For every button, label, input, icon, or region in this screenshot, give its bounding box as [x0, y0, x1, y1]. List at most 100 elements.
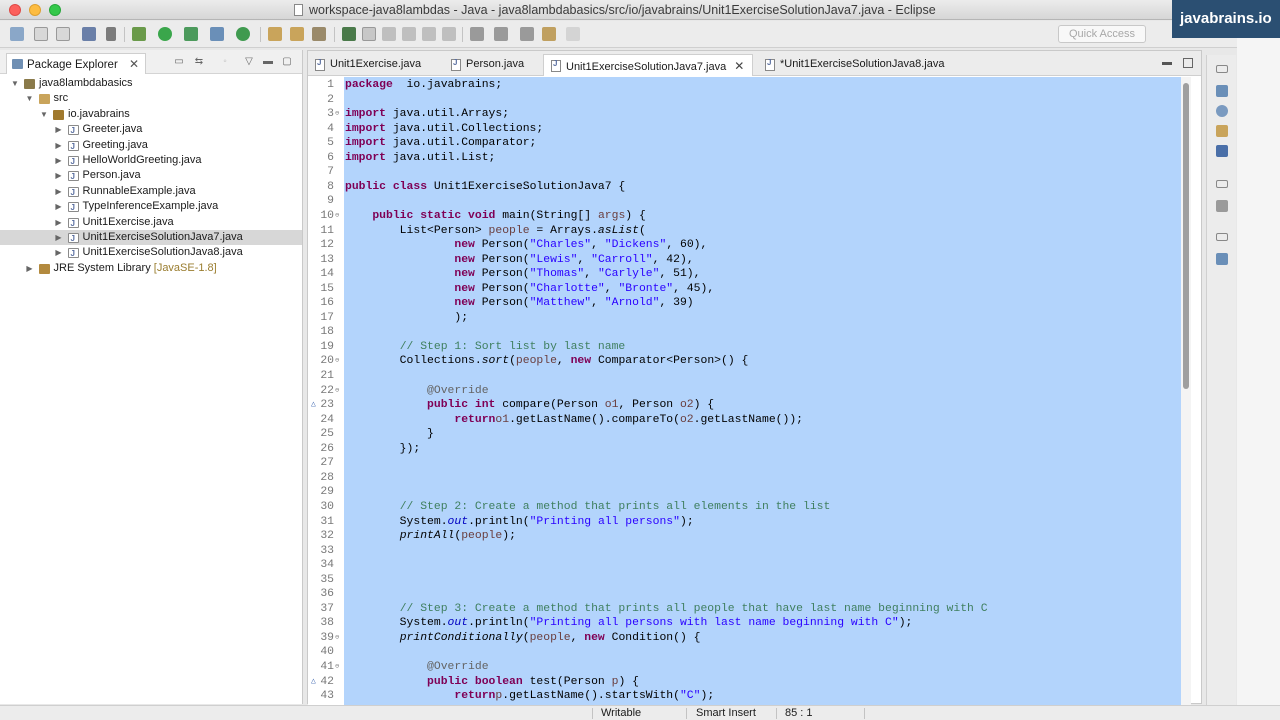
next-annotation-icon[interactable] [470, 27, 484, 41]
code-line[interactable]: 35 [308, 573, 1188, 588]
code-line[interactable]: 31 System.out.println("Printing all pers… [308, 515, 1188, 530]
code-line[interactable]: 7 [308, 165, 1188, 180]
code-line[interactable]: 40 [308, 645, 1188, 660]
last-edit-location-icon[interactable] [520, 27, 534, 41]
minimize-editor-icon[interactable]: ▬ [1162, 58, 1172, 68]
tree-item[interactable]: ▶ Unit1Exercise.java [0, 215, 302, 231]
tree-item[interactable]: ▼ src [0, 91, 302, 106]
tree-item[interactable]: ▶ Unit1ExerciseSolutionJava7.java [0, 229, 302, 246]
tab-package-explorer[interactable]: Package Explorer ✕ [6, 53, 147, 74]
open-task-icon[interactable] [290, 27, 304, 41]
close-icon[interactable]: ✕ [734, 59, 744, 73]
code-line[interactable]: 38 System.out.println("Printing all pers… [308, 616, 1188, 631]
expand-arrow-icon[interactable]: ▶ [54, 230, 64, 245]
expand-arrow-icon[interactable]: ▶ [54, 215, 64, 230]
code-line[interactable]: 18 [308, 325, 1188, 340]
expand-arrow-icon[interactable]: ▶ [54, 138, 64, 153]
coverage-icon[interactable] [184, 27, 198, 41]
collapse-arrow-icon[interactable]: ▼ [10, 76, 20, 91]
code-line[interactable]: 41 ⊖ @Override [308, 660, 1188, 675]
code-line[interactable]: 34 [308, 558, 1188, 573]
tree-item[interactable]: ▶ Greeter.java [0, 122, 302, 138]
code-line[interactable]: 14 new Person("Thomas", "Carlyle", 51), [308, 267, 1188, 282]
expand-arrow-icon[interactable]: ▶ [54, 184, 64, 199]
code-line[interactable]: 13 new Person("Lewis", "Carroll", 42), [308, 253, 1188, 268]
save-all-icon[interactable] [56, 27, 70, 41]
tree-item[interactable]: ▶ Unit1ExerciseSolutionJava8.java [0, 245, 302, 261]
fold-toggle-icon[interactable]: ⊖ [335, 384, 343, 399]
fold-toggle-icon[interactable]: ⊖ [335, 209, 343, 224]
code-line[interactable]: 23 △ public int compare(Person o1, Person… [308, 398, 1188, 413]
view-menu-icon[interactable]: ▽ [243, 56, 255, 67]
code-line[interactable]: 16 new Person("Matthew", "Arnold", 39) [308, 296, 1188, 311]
toggle-mark-occurrences-icon[interactable] [362, 27, 376, 41]
restore-icon[interactable] [1216, 65, 1228, 73]
code-line[interactable]: 22 ⊖ @Override [308, 384, 1188, 399]
close-icon[interactable]: ✕ [129, 57, 139, 71]
code-line[interactable]: 12 new Person("Charles", "Dickens", 60), [308, 238, 1188, 253]
editor-tab[interactable]: Unit1Exercise.java [308, 54, 429, 76]
new-java-class-icon[interactable] [236, 27, 250, 41]
window-close-button[interactable] [9, 4, 21, 16]
code-line[interactable]: 20 ⊖ Collections.sort(people, new Compara… [308, 354, 1188, 369]
forward-icon[interactable] [566, 27, 580, 41]
code-line[interactable]: 10 ⊖ public static void main(String[] arg… [308, 209, 1188, 224]
code-line[interactable]: 29 [308, 485, 1188, 500]
code-line[interactable]: 6 import java.util.List; [308, 151, 1188, 166]
outline-icon[interactable] [1216, 85, 1228, 97]
save-icon[interactable] [34, 27, 48, 41]
tree-item[interactable]: ▼ io.javabrains [0, 107, 302, 122]
code-line[interactable]: 42 △ public boolean test(Person p) { [308, 675, 1188, 690]
quick-access-field[interactable]: Quick Access [1058, 25, 1146, 43]
expand-arrow-icon[interactable]: ▶ [54, 122, 64, 137]
collapse-arrow-icon[interactable]: ▼ [25, 91, 35, 106]
maximize-editor-icon[interactable] [1183, 58, 1193, 68]
code-line[interactable]: 11 List<Person> people = Arrays.asList( [308, 224, 1188, 239]
run-icon[interactable] [158, 27, 172, 41]
code-line[interactable]: 21 [308, 369, 1188, 384]
restore-icon[interactable] [1216, 180, 1228, 188]
fold-toggle-icon[interactable]: ⊖ [335, 107, 343, 122]
code-line[interactable]: 19 // Step 1: Sort list by last name [308, 340, 1188, 355]
editor-tab[interactable]: *Unit1ExerciseSolutionJava8.java [758, 54, 952, 76]
problems-icon[interactable] [1216, 145, 1228, 157]
code-line[interactable]: 5 import java.util.Comparator; [308, 136, 1188, 151]
code-line[interactable]: 4 import java.util.Collections; [308, 122, 1188, 137]
code-line[interactable]: 33 [308, 544, 1188, 559]
code-line[interactable]: 30 // Step 2: Create a method that print… [308, 500, 1188, 515]
external-tools-icon[interactable] [210, 27, 224, 41]
tree-item[interactable]: ▶ TypeInferenceExample.java [0, 199, 302, 215]
expand-arrow-icon[interactable]: ▶ [54, 168, 64, 183]
pin-icon[interactable] [342, 27, 356, 41]
code-line[interactable]: 27 [308, 456, 1188, 471]
code-line[interactable]: 39 ⊖ printConditionally(people, new Condi… [308, 631, 1188, 646]
code-line[interactable]: 32 printAll(people); [308, 529, 1188, 544]
show-whitespace-icon[interactable] [422, 27, 436, 41]
code-line[interactable]: 25 } [308, 427, 1188, 442]
debug-icon[interactable] [132, 27, 146, 41]
editor-tab[interactable]: Unit1ExerciseSolutionJava7.java ✕ [543, 54, 754, 76]
tree-item[interactable]: ▼ java8lambdabasics [0, 76, 302, 91]
code-area[interactable]: 1 package io.javabrains; 2 3 ⊖ import java.ut… [308, 77, 1201, 705]
link-with-editor-icon[interactable]: ⇆ [193, 56, 205, 67]
code-line[interactable]: 1 package io.javabrains; [308, 78, 1188, 93]
code-line[interactable]: 37 // Step 3: Create a method that print… [308, 602, 1188, 617]
code-line[interactable]: 36 [308, 587, 1188, 602]
fold-toggle-icon[interactable]: ⊖ [335, 631, 343, 646]
block-selection-icon[interactable] [382, 27, 396, 41]
editor-tab[interactable]: Person.java [444, 54, 532, 76]
tree-item[interactable]: ▶ Person.java [0, 168, 302, 184]
expand-arrow-icon[interactable]: ▶ [25, 261, 35, 276]
code-line[interactable]: 9 [308, 194, 1188, 209]
expand-arrow-icon[interactable]: ▶ [54, 199, 64, 214]
scrollbar-thumb[interactable] [1183, 83, 1189, 389]
fold-toggle-icon[interactable]: ⊖ [335, 660, 343, 675]
code-line[interactable]: 43 returnp.getLastName().startsWith("C")… [308, 689, 1188, 704]
declaration-icon[interactable] [1216, 125, 1228, 137]
maximize-view-icon[interactable]: ▢ [281, 56, 293, 67]
pilcrow-icon[interactable] [442, 27, 456, 41]
new-icon[interactable] [10, 27, 24, 41]
javadoc-icon[interactable] [1216, 105, 1228, 117]
code-line[interactable]: 17 ); [308, 311, 1188, 326]
collapse-all-icon[interactable]: ▭ [173, 56, 185, 67]
